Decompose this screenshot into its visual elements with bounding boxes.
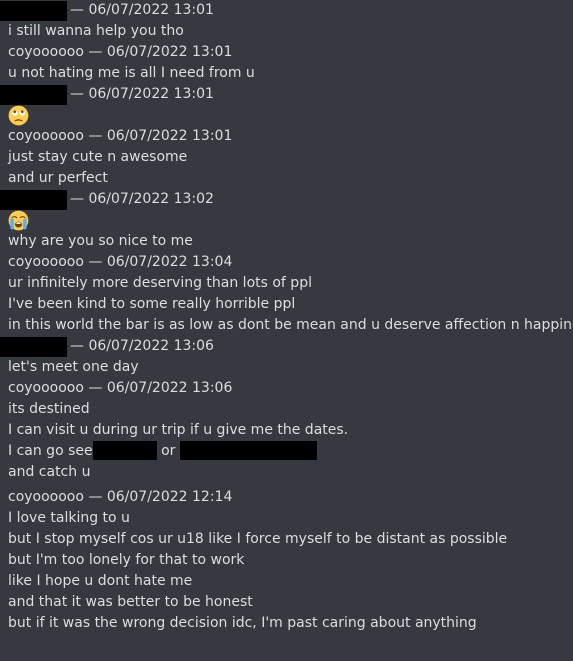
redacted-location: [179, 441, 317, 460]
message-separator: —: [88, 489, 103, 505]
message-text: like I hope u dont hate me: [8, 573, 193, 589]
redacted-username: [0, 85, 67, 105]
message-header: coyoooooo — 06/07/2022 13:01: [0, 126, 573, 147]
message-header: coyoooooo — 06/07/2022 12:14: [0, 487, 573, 508]
message-header: — 06/07/2022 13:02: [0, 189, 573, 210]
message-text: i still wanna help you tho: [8, 23, 184, 39]
message-meta: — 06/07/2022 13:06: [70, 336, 214, 357]
message-header: — 06/07/2022 13:01: [0, 84, 573, 105]
message-text: but I stop myself cos ur u18 like I forc…: [8, 531, 508, 547]
message-text: just stay cute n awesome: [8, 149, 188, 165]
message-text-prefix: I can go see: [8, 443, 93, 459]
message-separator: —: [88, 128, 103, 144]
message-separator: —: [88, 44, 103, 60]
message-text: its destined: [8, 401, 90, 417]
message-text: but I'm too lonely for that to work: [8, 552, 245, 568]
chat-log: — 06/07/2022 13:01 i still wanna help you…: [0, 0, 573, 634]
message-timestamp: 06/07/2022 13:06: [106, 380, 233, 396]
message-header: — 06/07/2022 13:06: [0, 336, 573, 357]
message-separator: —: [70, 86, 84, 102]
message-text-redacted: I can go see or: [0, 441, 573, 462]
message-meta: — 06/07/2022 13:01: [70, 0, 214, 21]
redacted-username: [0, 337, 67, 357]
face-with-rolling-eyes-icon: [8, 105, 29, 126]
message-emoji-row: [0, 105, 573, 126]
message-text: I've been kind to some really horrible p…: [8, 296, 296, 312]
message-text: I love talking to u: [8, 510, 130, 526]
message-timestamp: 06/07/2022 13:01: [106, 128, 233, 144]
message-meta: — 06/07/2022 13:02: [70, 189, 214, 210]
message-header: coyoooooo — 06/07/2022 13:04: [0, 252, 573, 273]
message-timestamp: 06/07/2022 13:01: [106, 44, 233, 60]
redacted-username: [0, 1, 67, 21]
message-separator: —: [70, 2, 84, 18]
message-text: and that it was better to be honest: [8, 594, 253, 610]
message-separator: —: [88, 254, 103, 270]
message-author[interactable]: coyoooooo: [8, 254, 84, 270]
message-emoji-row: [0, 210, 573, 231]
message-author[interactable]: coyoooooo: [8, 489, 84, 505]
message-text: and ur perfect: [8, 170, 108, 186]
message-timestamp: 06/07/2022 12:14: [106, 489, 233, 505]
redacted-username: [0, 190, 67, 210]
message-separator: —: [70, 191, 84, 207]
message-separator: —: [88, 380, 103, 396]
message-meta: — 06/07/2022 13:01: [70, 84, 214, 105]
message-timestamp: 06/07/2022 13:02: [88, 191, 214, 207]
message-text: ur infinitely more deserving than lots o…: [8, 275, 312, 291]
redacted-location: [92, 441, 157, 460]
message-header: coyoooooo — 06/07/2022 13:06: [0, 378, 573, 399]
message-separator: —: [70, 338, 84, 354]
message-header: coyoooooo — 06/07/2022 13:01: [0, 42, 573, 63]
message-text: let's meet one day: [8, 359, 139, 375]
message-text: and catch u: [8, 464, 91, 480]
message-text: in this world the bar is as low as dont …: [8, 317, 573, 333]
message-timestamp: 06/07/2022 13:01: [88, 86, 214, 102]
message-text: u not hating me is all I need from u: [8, 65, 255, 81]
message-author[interactable]: coyoooooo: [8, 128, 84, 144]
message-timestamp: 06/07/2022 13:04: [106, 254, 233, 270]
message-text: but if it was the wrong decision idc, I'…: [8, 615, 477, 631]
message-text-middle: or: [161, 443, 176, 459]
message-timestamp: 06/07/2022 13:01: [88, 2, 214, 18]
message-author[interactable]: coyoooooo: [8, 44, 84, 60]
message-text: why are you so nice to me: [8, 233, 193, 249]
message-header: — 06/07/2022 13:01: [0, 0, 573, 21]
loudly-crying-face-icon: [8, 210, 29, 231]
message-timestamp: 06/07/2022 13:06: [88, 338, 214, 354]
message-author[interactable]: coyoooooo: [8, 380, 84, 396]
message-text: I can visit u during ur trip if u give m…: [8, 422, 349, 438]
